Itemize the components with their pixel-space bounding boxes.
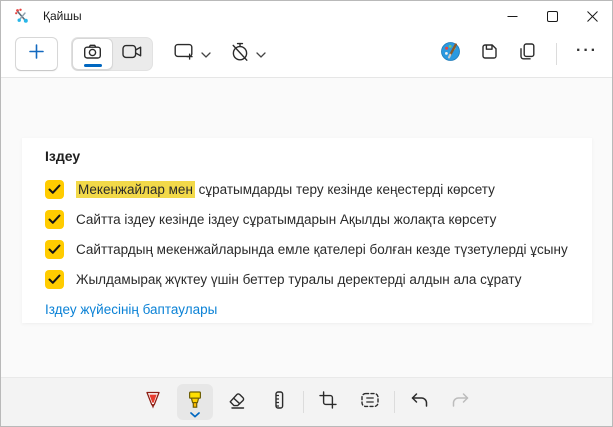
checkbox-checked-icon [45,240,64,259]
toolbar-right-group: ··· [440,41,598,67]
eraser-icon [226,390,247,415]
timer-off-icon [230,42,250,67]
maximize-button[interactable] [532,1,572,31]
window-controls [492,1,612,31]
editing-toolbar [1,377,612,426]
video-camera-icon [122,44,143,64]
captured-screenshot-image[interactable]: Іздеу Мекенжайлар мен сұратымдарды теру … [22,138,592,323]
chevron-down-icon [201,45,211,63]
save-button[interactable] [480,42,499,66]
snip-shape-dropdown[interactable] [174,42,211,66]
capture-mode-toggle [71,37,153,71]
rectangle-snip-icon [174,42,195,66]
text-scan-icon [360,391,380,414]
checkbox-checked-icon [45,210,64,229]
record-mode-button[interactable] [113,38,152,70]
more-options-button[interactable]: ··· [576,46,598,62]
eraser-tool-button[interactable] [219,384,255,420]
screenshot-settings-link: Іздеу жүйесінің баптаулары [45,302,592,317]
pen-tool-button[interactable] [135,384,171,420]
selected-mode-indicator [84,64,102,67]
edit-in-paint-button[interactable] [440,41,461,67]
screenshot-checkbox-row: Жылдамырақ жүктеу үшін беттер туралы дер… [45,264,592,294]
minimize-button[interactable] [492,1,532,31]
new-snip-button[interactable] [15,37,58,71]
toolbar-divider [303,391,304,413]
ruler-tool-button[interactable] [261,384,297,420]
undo-button[interactable] [401,384,437,420]
redo-button[interactable] [443,384,479,420]
checkbox-label: Сайттардың мекенжайларында емле қателері… [76,242,568,257]
screenshot-heading: Іздеу [45,148,592,164]
window-title: Қайшы [43,9,82,23]
screenshot-mode-button[interactable] [72,38,113,70]
plus-icon [29,44,44,64]
editing-canvas[interactable]: Іздеу Мекенжайлар мен сұратымдарды теру … [1,78,612,377]
screenshot-checkbox-row: Мекенжайлар мен сұратымдарды теру кезінд… [45,174,592,204]
camera-icon [83,43,102,65]
close-button[interactable] [572,1,612,31]
highlighter-tool-button[interactable] [177,384,213,420]
chevron-down-icon [190,412,200,418]
screenshot-checkbox-row: Сайтта іздеу кезінде іздеу сұратымдарын … [45,204,592,234]
checkbox-label: Жылдамырақ жүктеу үшін беттер туралы дер… [76,272,521,287]
checkbox-label: Мекенжайлар мен сұратымдарды теру кезінд… [76,182,495,197]
app-icon [14,8,31,25]
red-pen-icon [143,390,163,415]
top-toolbar: ··· [1,31,612,78]
snipping-tool-window: Қайшы [0,0,613,427]
crop-icon [318,390,338,415]
highlighter-mark: Мекенжайлар мен [76,181,195,198]
screenshot-checkbox-row: Сайттардың мекенжайларында емле қателері… [45,234,592,264]
undo-arrow-icon [409,391,429,414]
crop-tool-button[interactable] [310,384,346,420]
toolbar-divider [556,43,557,65]
text-actions-button[interactable] [352,384,388,420]
delay-dropdown[interactable] [230,42,266,67]
toolbar-divider [394,391,395,413]
checkbox-label: Сайтта іздеу кезінде іздеу сұратымдарын … [76,212,496,227]
checkbox-checked-icon [45,180,64,199]
ruler-icon [269,390,289,415]
titlebar: Қайшы [1,1,612,31]
checkbox-checked-icon [45,270,64,289]
redo-arrow-icon [451,391,471,414]
chevron-down-icon [256,45,266,63]
copy-button[interactable] [518,42,537,66]
yellow-highlighter-icon [185,390,205,415]
